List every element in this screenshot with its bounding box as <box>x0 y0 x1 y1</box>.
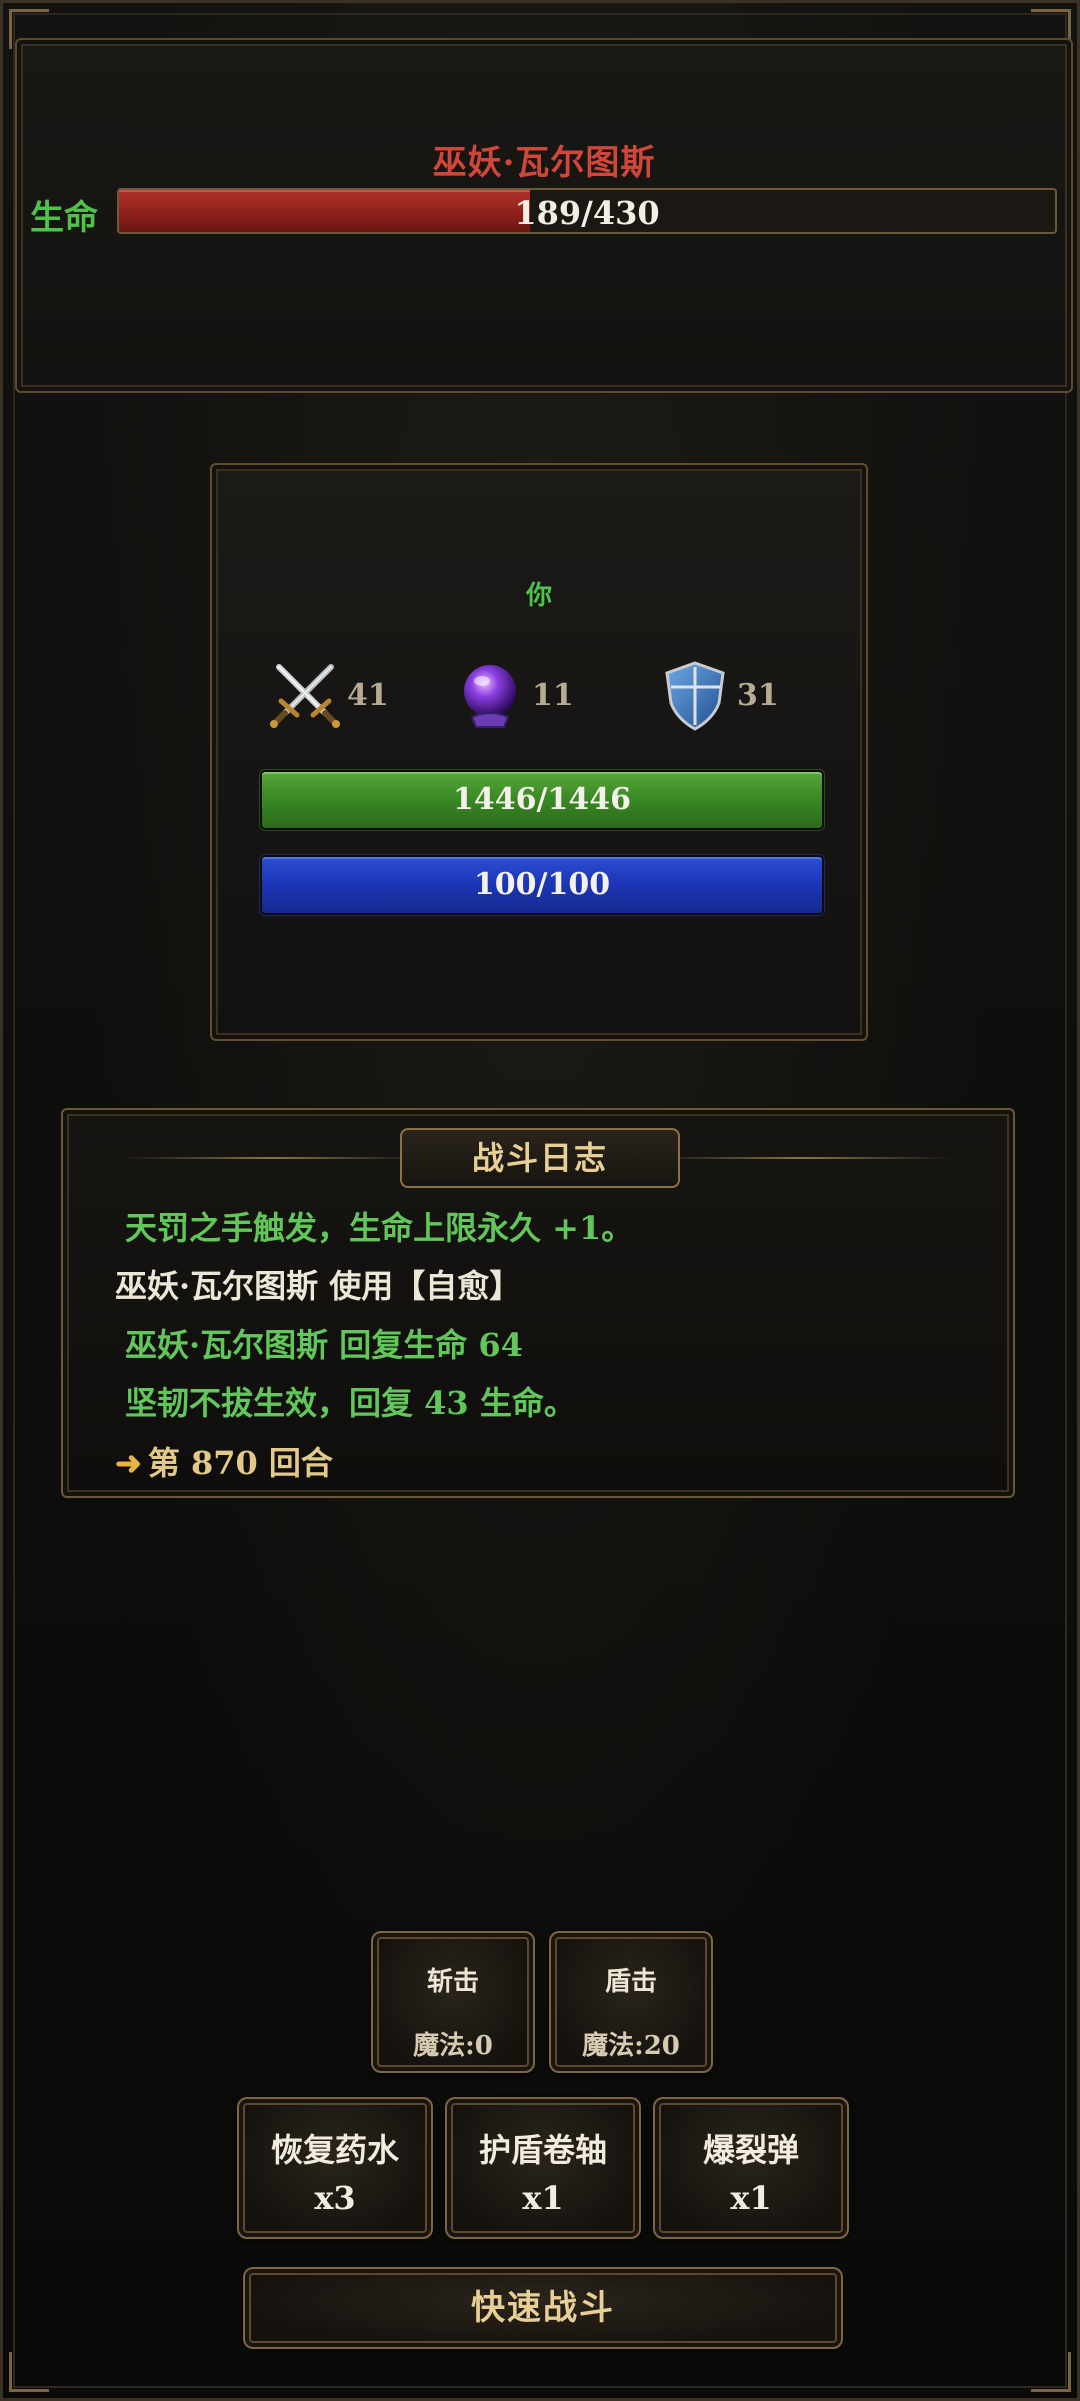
log-round-line: ➜ 第 870 回合 <box>115 1438 333 1484</box>
player-mp-bar: 100/100 <box>260 855 824 915</box>
item-shield-scroll-button[interactable]: 护盾卷轴 x1 <box>445 2097 641 2239</box>
player-name: 你 <box>525 581 552 611</box>
crystal-orb-icon <box>464 665 516 728</box>
item-quantity: x3 <box>314 2179 356 2217</box>
player-panel: 你 41 11 31 1446/1446 100/100 <box>210 463 868 1041</box>
log-line: 巫妖·瓦尔图斯 回复生命 64 <box>125 1326 523 1364</box>
enemy-hp-bar: 189/430 <box>117 188 1057 234</box>
magic-value: 11 <box>532 677 574 713</box>
item-quantity: x1 <box>522 2179 564 2217</box>
frame-corner <box>1031 2352 1071 2392</box>
item-healing-potion-button[interactable]: 恢复药水 x3 <box>237 2097 433 2239</box>
item-name: 护盾卷轴 <box>478 2131 607 2169</box>
skill-cost: 魔法:0 <box>413 2031 493 2061</box>
enemy-name: 巫妖·瓦尔图斯 <box>432 143 656 183</box>
enemy-hp-label: 生命 <box>30 198 98 238</box>
skill-cost: 魔法:20 <box>582 2031 680 2061</box>
log-line: 巫妖·瓦尔图斯 使用【自愈】 <box>115 1267 522 1305</box>
attack-stat: 41 <box>267 657 389 733</box>
battle-log-title: 战斗日志 <box>400 1128 680 1188</box>
crossed-swords-icon <box>270 664 340 728</box>
quick-battle-button[interactable]: 快速战斗 <box>243 2267 843 2349</box>
skill-name: 斩击 <box>426 1967 479 1997</box>
defense-value: 31 <box>737 677 779 713</box>
item-quantity: x1 <box>730 2179 772 2217</box>
attack-value: 41 <box>347 677 389 713</box>
log-line: 坚韧不拔生效，回复 43 生命。 <box>125 1384 576 1422</box>
item-name: 爆裂弹 <box>702 2131 799 2169</box>
frame-corner <box>9 2352 49 2392</box>
divider <box>653 1157 953 1159</box>
battle-screen: 巫妖·瓦尔图斯 生命 189/430 你 41 11 31 1446/1446 … <box>0 0 1080 2401</box>
skill-name: 盾击 <box>604 1967 657 1997</box>
enemy-hp-text: 189/430 <box>514 194 660 232</box>
round-text: 第 870 回合 <box>147 1444 333 1482</box>
divider <box>123 1157 423 1159</box>
arrow-right-icon: ➜ <box>115 1444 142 1482</box>
item-bomb-button[interactable]: 爆裂弹 x1 <box>653 2097 849 2239</box>
shield-icon <box>665 661 725 731</box>
item-name: 恢复药水 <box>270 2131 399 2169</box>
defense-stat: 31 <box>657 657 779 733</box>
skill-slash-button[interactable]: 斩击 魔法:0 <box>371 1931 535 2073</box>
magic-stat: 11 <box>452 657 574 733</box>
skill-shield-bash-button[interactable]: 盾击 魔法:20 <box>549 1931 713 2073</box>
battle-log-panel: 战斗日志 天罚之手触发，生命上限永久 +1。 巫妖·瓦尔图斯 使用【自愈】 巫妖… <box>61 1108 1015 1498</box>
enemy-panel: 巫妖·瓦尔图斯 生命 189/430 <box>15 38 1073 393</box>
player-hp-bar: 1446/1446 <box>260 770 824 830</box>
log-line: 天罚之手触发，生命上限永久 +1。 <box>125 1209 634 1247</box>
